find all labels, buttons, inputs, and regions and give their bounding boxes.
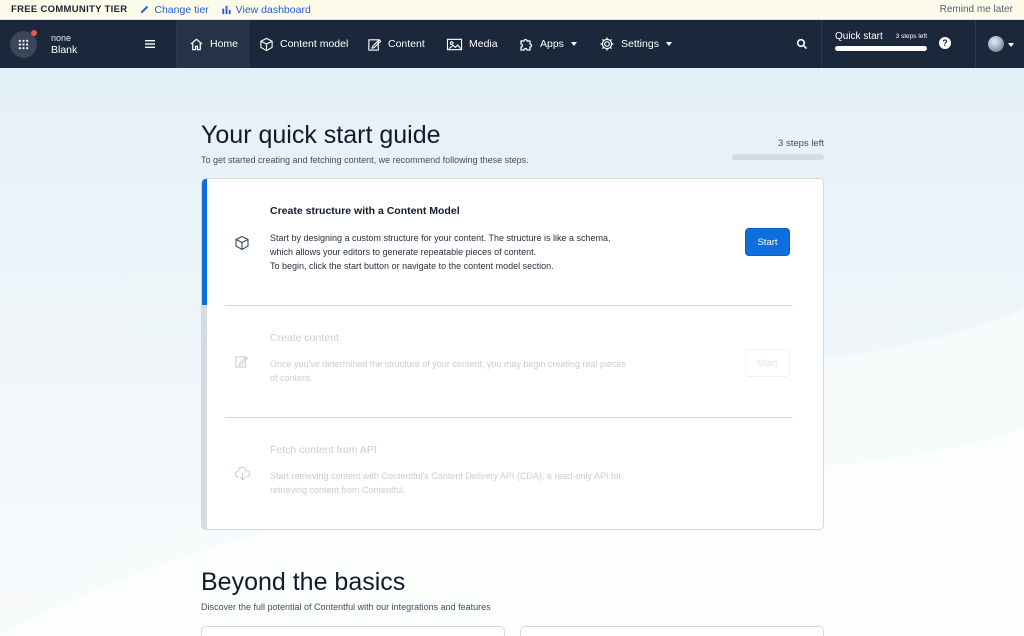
nav-media-label: Media	[469, 38, 498, 50]
nav-settings[interactable]: Settings	[599, 20, 672, 68]
step-description-line: Start by designing a custom structure fo…	[270, 233, 611, 243]
nav-content-model[interactable]: Content model	[259, 20, 348, 68]
nav-media[interactable]: Media	[446, 20, 498, 68]
steps-progress-bar	[732, 154, 824, 160]
avatar[interactable]	[988, 36, 1004, 52]
active-step-indicator	[202, 179, 207, 305]
top-navigation: none Blank Home Content model Content Me…	[0, 20, 1024, 68]
change-tier-label: Change tier	[154, 3, 209, 16]
chevron-down-icon	[1008, 43, 1014, 47]
section-subtitle: Discover the full potential of Contentfu…	[201, 602, 491, 612]
hamburger-icon	[145, 40, 155, 48]
feature-card[interactable]	[520, 626, 824, 636]
tier-label: FREE COMMUNITY TIER	[11, 4, 128, 15]
media-icon	[446, 38, 463, 50]
change-tier-link[interactable]: Change tier	[139, 3, 209, 16]
puzzle-icon	[520, 38, 533, 51]
home-icon	[190, 38, 203, 50]
space-selector[interactable]: none Blank	[51, 32, 77, 56]
search-icon	[796, 38, 808, 50]
step-description: Start by designing a custom structure fo…	[270, 231, 670, 273]
nav-content-label: Content	[388, 38, 425, 50]
section-title: Beyond the basics	[201, 568, 406, 596]
grid-icon	[18, 39, 29, 50]
gear-icon	[600, 37, 614, 51]
view-dashboard-label: View dashboard	[235, 3, 311, 16]
quick-start-progress-bar	[835, 46, 927, 51]
quick-start-widget[interactable]: Quick start 3 steps left	[835, 31, 927, 51]
content-icon	[235, 356, 249, 368]
content-model-icon	[235, 235, 249, 251]
step-description-line: of content.	[270, 373, 313, 383]
step-title: Create structure with a Content Model	[270, 205, 460, 217]
bar-chart-icon	[222, 5, 231, 15]
nav-home[interactable]: Home	[177, 20, 251, 68]
space-environment: none	[51, 33, 72, 43]
page-title: Your quick start guide	[201, 121, 441, 149]
feature-card[interactable]	[201, 626, 505, 636]
remind-me-later-link[interactable]: Remind me later	[940, 4, 1013, 15]
step-description-line: retrieving content from Contentful.	[270, 485, 406, 495]
menu-button[interactable]	[144, 37, 156, 55]
search-button[interactable]	[796, 37, 808, 55]
tier-banner: FREE COMMUNITY TIER Change tier View das…	[0, 0, 1024, 20]
page-subtitle: To get started creating and fetching con…	[201, 155, 529, 165]
nav-content-model-label: Content model	[280, 38, 349, 50]
step-description-line: To begin, click the start button or navi…	[270, 261, 554, 271]
space-name: Blank	[51, 44, 78, 56]
steps-left-label: 3 steps left	[778, 138, 824, 149]
notification-dot	[31, 30, 37, 36]
main-content: Your quick start guide To get started cr…	[0, 68, 1024, 636]
content-icon	[368, 38, 382, 51]
nav-separator	[821, 20, 822, 68]
quick-start-card: Create structure with a Content Model St…	[201, 178, 824, 530]
step-rail	[202, 305, 207, 529]
step-title: Fetch content from API	[270, 444, 377, 456]
nav-content[interactable]: Content	[367, 20, 425, 68]
pencil-icon	[141, 5, 149, 14]
nav-apps[interactable]: Apps	[518, 20, 577, 68]
step-description-line: which allows your editors to generate re…	[270, 247, 537, 257]
content-model-icon	[260, 37, 273, 51]
quick-start-steps: 3 steps left	[895, 33, 927, 40]
start-button[interactable]: Start	[745, 349, 790, 377]
divider	[225, 305, 791, 306]
divider	[225, 417, 791, 418]
chevron-down-icon	[665, 42, 672, 46]
step-description-line: Start retrieving content with Contentful…	[270, 471, 622, 481]
view-dashboard-link[interactable]: View dashboard	[221, 4, 311, 16]
step-description: Start retrieving content with Contentful…	[270, 469, 670, 497]
step-description: Once you've determined the structure of …	[270, 357, 670, 385]
help-icon[interactable]: ?	[939, 37, 951, 49]
nav-settings-label: Settings	[621, 38, 659, 50]
step-title: Create content	[270, 332, 339, 344]
nav-separator	[975, 20, 976, 68]
nav-apps-label: Apps	[540, 38, 564, 50]
start-button[interactable]: Start	[745, 228, 790, 256]
nav-home-label: Home	[210, 38, 239, 50]
step-description-line: Once you've determined the structure of …	[270, 359, 626, 369]
chevron-down-icon	[570, 42, 577, 46]
cloud-download-icon	[234, 466, 251, 481]
